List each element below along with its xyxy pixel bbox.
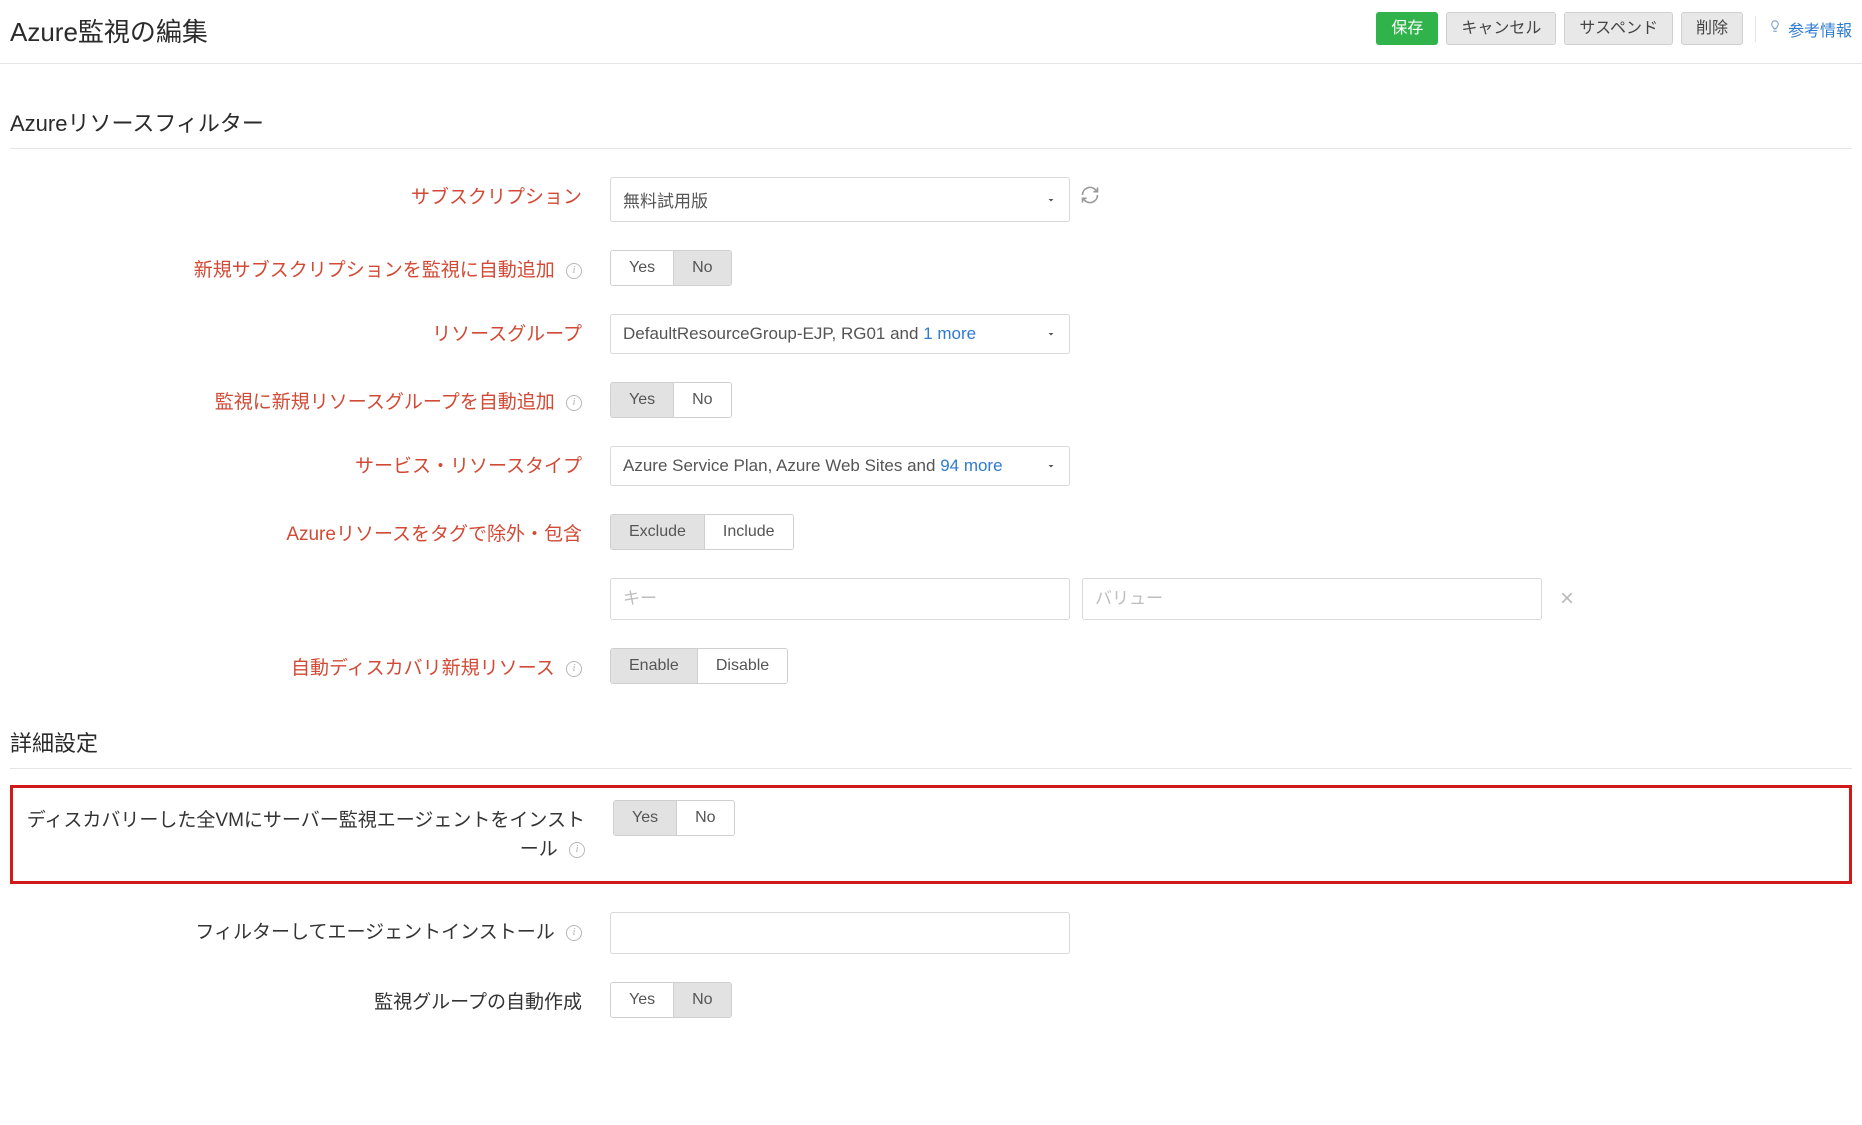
service-type-value: Azure Service Plan, Azure Web Sites and … (623, 456, 1003, 475)
auto-group-toggle: Yes No (610, 982, 732, 1018)
cancel-button[interactable]: キャンセル (1446, 12, 1556, 45)
auto-add-sub-no[interactable]: No (673, 251, 730, 285)
auto-group-label: 監視グループの自動作成 (10, 982, 610, 1017)
auto-discover-disable[interactable]: Disable (697, 649, 787, 683)
tag-clear-icon[interactable]: × (1554, 587, 1580, 611)
help-link[interactable]: 参考情報 (1768, 17, 1852, 41)
resource-group-dropdown[interactable]: DefaultResourceGroup-EJP, RG01 and 1 mor… (610, 314, 1070, 354)
service-type-label: サービス・リソースタイプ (10, 446, 610, 481)
subscription-dropdown[interactable]: 無料試用版 (610, 177, 1070, 222)
tag-filter-label: Azureリソースをタグで除外・包含 (10, 514, 610, 549)
install-agent-yes[interactable]: Yes (614, 801, 676, 835)
auto-group-no[interactable]: No (673, 983, 730, 1017)
auto-add-rg-no[interactable]: No (673, 383, 730, 417)
service-type-dropdown[interactable]: Azure Service Plan, Azure Web Sites and … (610, 446, 1070, 486)
top-actions: 保存 キャンセル サスペンド 削除 参考情報 (1376, 12, 1852, 45)
resource-group-value: DefaultResourceGroup-EJP, RG01 and 1 mor… (623, 324, 976, 343)
info-icon[interactable] (566, 395, 582, 411)
resource-group-more-link: 1 more (923, 324, 976, 343)
tag-key-input[interactable] (610, 578, 1070, 620)
install-agent-toggle: Yes No (613, 800, 735, 836)
filter-install-label: フィルターしてエージェントインストール (10, 912, 610, 947)
subscription-label: サブスクリプション (10, 177, 610, 212)
resource-group-label: リソースグループ (10, 314, 610, 349)
auto-add-rg-yes[interactable]: Yes (611, 383, 673, 417)
info-icon[interactable] (566, 263, 582, 279)
service-type-more-link: 94 more (940, 456, 1002, 475)
auto-discover-toggle: Enable Disable (610, 648, 788, 684)
install-agent-no[interactable]: No (676, 801, 733, 835)
auto-add-rg-toggle: Yes No (610, 382, 732, 418)
install-agent-row-highlight: ディスカバリーした全VMにサーバー監視エージェントをインストール Yes No (10, 785, 1852, 884)
info-icon[interactable] (566, 925, 582, 941)
refresh-icon[interactable] (1080, 177, 1100, 205)
tag-value-input[interactable] (1082, 578, 1542, 620)
chevron-down-icon (1045, 194, 1057, 206)
tag-kv-spacer (10, 578, 610, 584)
auto-add-rg-label: 監視に新規リソースグループを自動追加 (10, 382, 610, 417)
auto-add-sub-label: 新規サブスクリプションを監視に自動追加 (10, 250, 610, 285)
help-link-label: 参考情報 (1788, 17, 1852, 41)
section-filter-heading: Azureリソースフィルター (10, 106, 1852, 149)
section-filter: Azureリソースフィルター サブスクリプション 無料試用版 新規サブスクリプシ… (10, 106, 1852, 684)
chevron-down-icon (1045, 328, 1057, 340)
section-advanced-heading: 詳細設定 (10, 726, 1852, 769)
section-advanced: 詳細設定 ディスカバリーした全VMにサーバー監視エージェントをインストール Ye… (10, 726, 1852, 1018)
tag-filter-exclude[interactable]: Exclude (611, 515, 704, 549)
suspend-button[interactable]: サスペンド (1564, 12, 1673, 45)
auto-discover-enable[interactable]: Enable (611, 649, 697, 683)
chevron-down-icon (1045, 460, 1057, 472)
install-agent-label: ディスカバリーした全VMにサーバー監視エージェントをインストール (13, 800, 613, 865)
tag-filter-include[interactable]: Include (704, 515, 793, 549)
top-bar: Azure監視の編集 保存 キャンセル サスペンド 削除 参考情報 (0, 0, 1862, 64)
lightbulb-icon (1768, 19, 1782, 39)
info-icon[interactable] (569, 842, 585, 858)
auto-add-sub-toggle: Yes No (610, 250, 732, 286)
save-button[interactable]: 保存 (1376, 12, 1438, 45)
tag-filter-toggle: Exclude Include (610, 514, 794, 550)
info-icon[interactable] (566, 661, 582, 677)
delete-button[interactable]: 削除 (1681, 12, 1743, 45)
auto-add-sub-yes[interactable]: Yes (611, 251, 673, 285)
subscription-value: 無料試用版 (623, 192, 708, 211)
filter-install-input[interactable] (610, 912, 1070, 954)
auto-discover-label: 自動ディスカバリ新規リソース (10, 648, 610, 683)
auto-group-yes[interactable]: Yes (611, 983, 673, 1017)
page-title: Azure監視の編集 (10, 12, 208, 49)
top-divider (1755, 16, 1756, 42)
